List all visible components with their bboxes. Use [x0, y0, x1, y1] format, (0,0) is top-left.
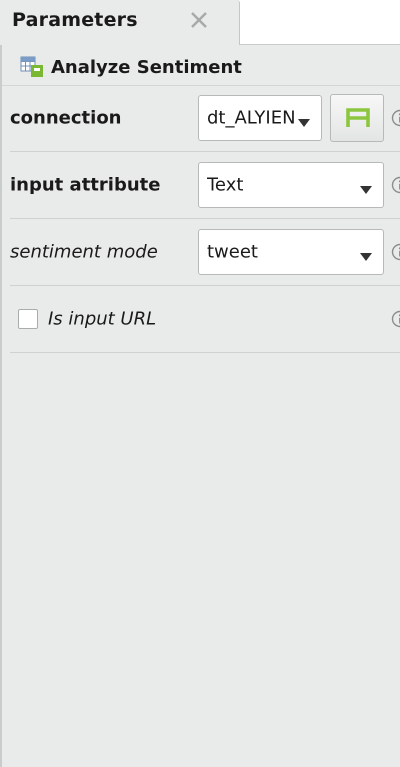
- chevron-down-icon: [297, 113, 311, 127]
- tab-parameters[interactable]: Parameters: [0, 0, 240, 45]
- connection-icon: [346, 108, 370, 127]
- info-icon[interactable]: [391, 176, 400, 194]
- edit-connection-button[interactable]: [330, 94, 384, 142]
- input-attribute-label: input attribute: [10, 174, 161, 196]
- sentiment-mode-select[interactable]: tweet: [198, 229, 384, 275]
- sentiment-mode-value: tweet: [207, 241, 258, 263]
- input-attribute-select[interactable]: Text: [198, 162, 384, 208]
- operator-icon: [20, 56, 44, 78]
- param-row-sentiment-mode: sentiment mode tweet: [10, 219, 400, 286]
- info-icon[interactable]: [391, 109, 400, 127]
- operator-header: Analyze Sentiment: [20, 55, 242, 79]
- close-icon[interactable]: [188, 9, 210, 31]
- param-row-is-input-url: Is input URL: [10, 286, 400, 353]
- is-input-url-checkbox[interactable]: [18, 309, 38, 329]
- connection-label: connection: [10, 107, 122, 129]
- operator-title: Analyze Sentiment: [51, 56, 242, 78]
- info-icon[interactable]: [391, 310, 400, 328]
- param-row-input-attribute: input attribute Text: [10, 152, 400, 219]
- info-icon[interactable]: [391, 243, 400, 261]
- sentiment-mode-label: sentiment mode: [10, 241, 158, 263]
- is-input-url-label[interactable]: Is input URL: [48, 309, 156, 330]
- tab-title: Parameters: [12, 9, 138, 31]
- parameters-panel: Analyze Sentiment connection dt_ALYIEN i…: [0, 45, 400, 767]
- tab-strip: Parameters: [0, 0, 400, 45]
- input-attribute-value: Text: [207, 174, 244, 196]
- connection-value: dt_ALYIEN: [207, 107, 296, 129]
- connection-select[interactable]: dt_ALYIEN: [198, 95, 322, 141]
- chevron-down-icon: [359, 180, 373, 194]
- param-row-connection: connection dt_ALYIEN: [10, 85, 400, 152]
- chevron-down-icon: [359, 247, 373, 261]
